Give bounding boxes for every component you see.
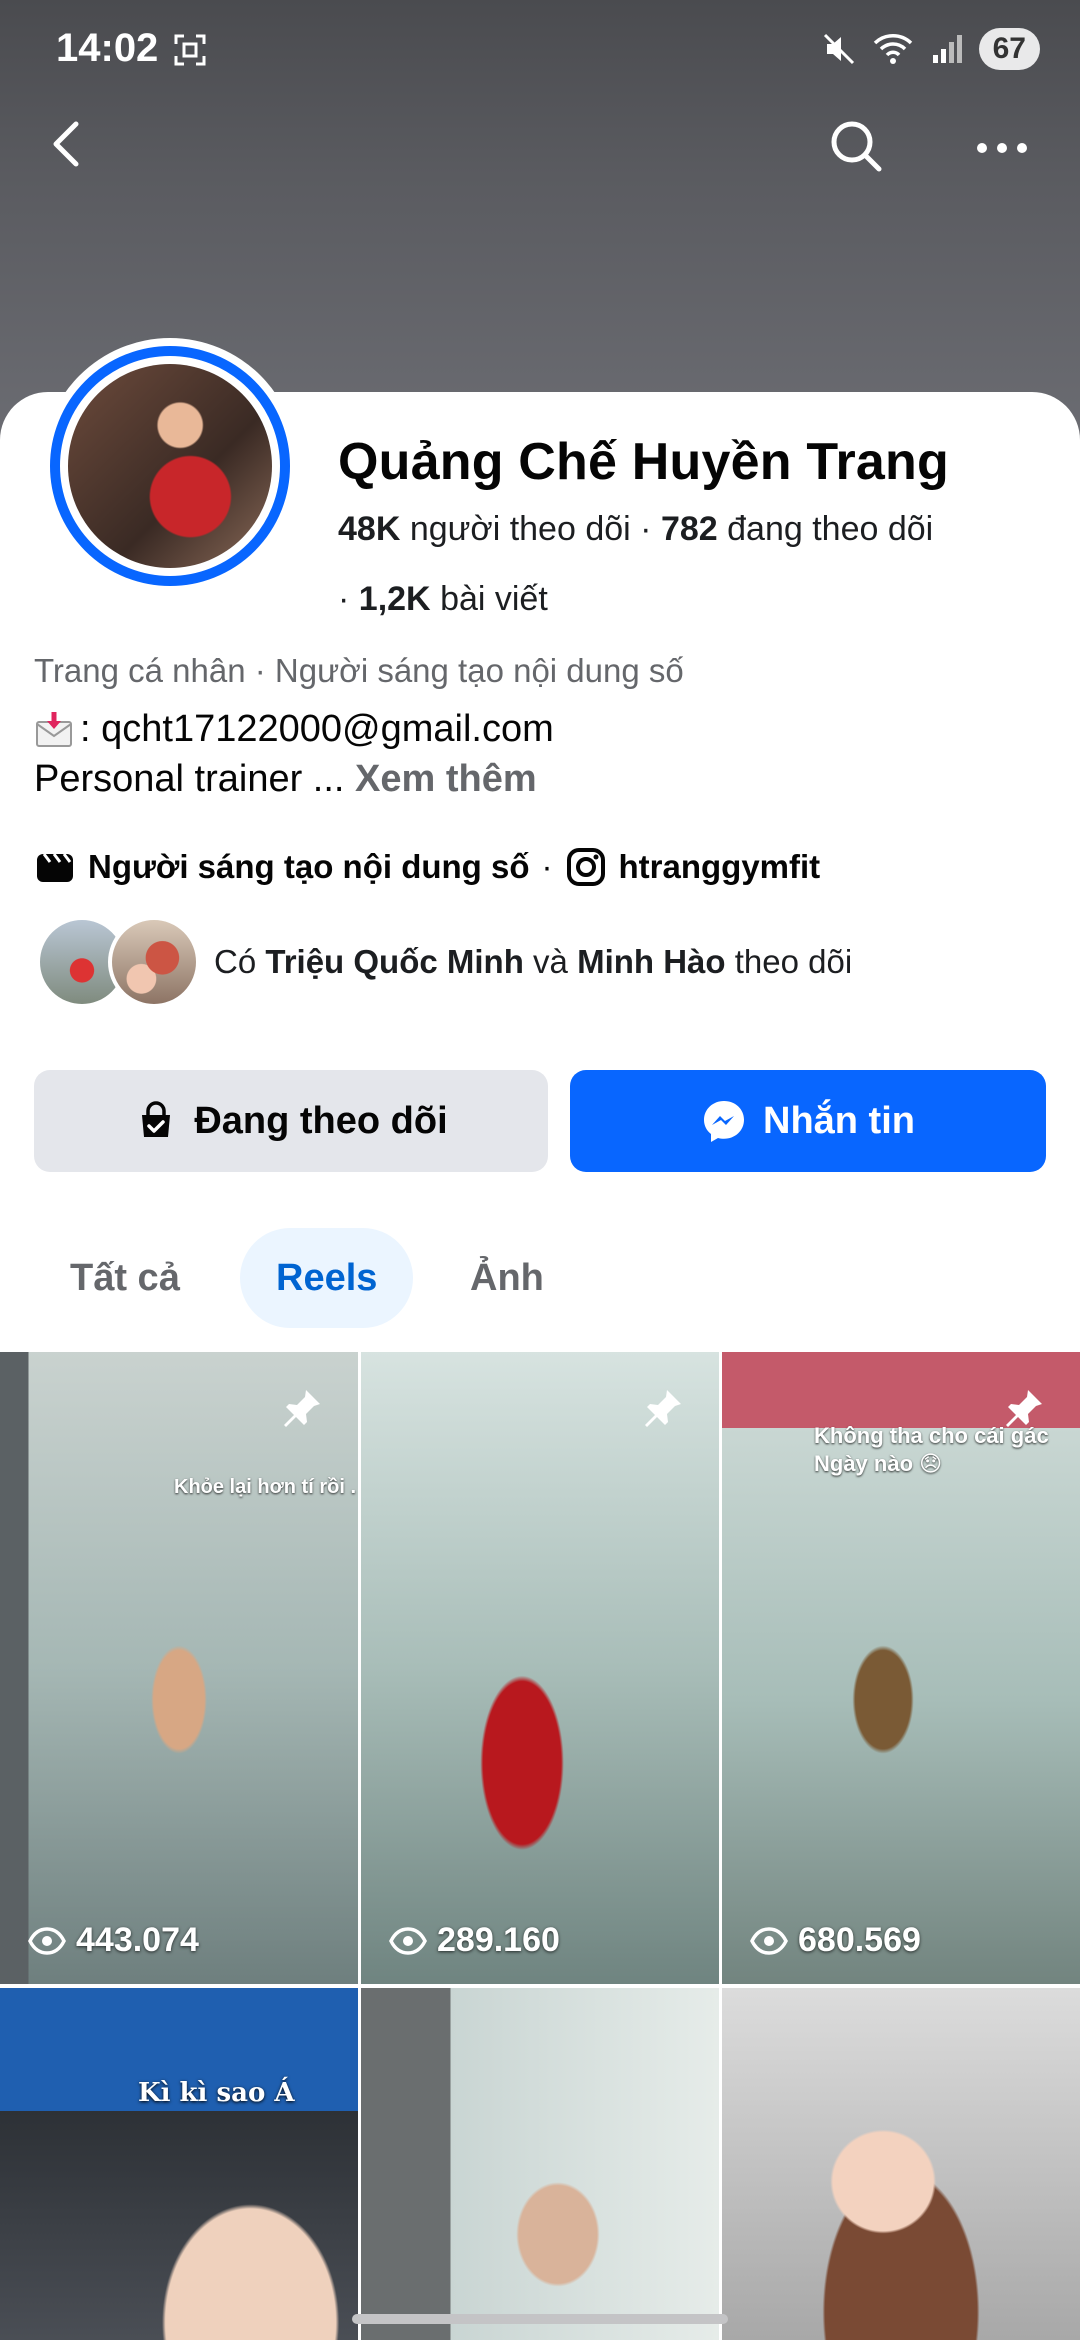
message-button[interactable]: Nhắn tin (570, 1070, 1046, 1172)
reels-grid: Khỏe lại hơn tí rồi . 443.074 289.160 Kh… (0, 1352, 1080, 2340)
pin-icon (645, 1390, 681, 1427)
pin-icon (284, 1390, 320, 1427)
tab-photos[interactable]: Ảnh (434, 1228, 580, 1328)
profile-avatar[interactable] (42, 338, 298, 594)
profile-category: Trang cá nhân · Người sáng tạo nội dung … (34, 652, 684, 689)
creator-tag: Người sáng tạo nội dung số (88, 848, 530, 885)
status-bar: 14:02 67 (0, 0, 1080, 100)
following-button[interactable]: Đang theo dõi (34, 1070, 548, 1172)
reel-tile[interactable] (361, 1988, 719, 2340)
reel-views: 289.160 (389, 1921, 560, 1960)
screenshot-icon (174, 34, 206, 66)
status-time: 14:02 (56, 26, 159, 70)
eye-icon (28, 1926, 66, 1955)
bio-email: : qcht17122000@gmail.com (80, 708, 554, 750)
followers-label[interactable]: người theo dõi (410, 510, 631, 548)
wifi-icon (873, 34, 912, 64)
battery-level: 67 (978, 28, 1040, 70)
posts-label: bài viết (440, 580, 548, 618)
separator: · (338, 580, 359, 618)
reel-caption: Không tha cho cái gác Ngày nào 😞 (814, 1423, 1049, 1476)
followers-count[interactable]: 48K (338, 510, 400, 548)
back-button[interactable] (40, 112, 96, 176)
following-label: Đang theo dõi (194, 1099, 448, 1142)
mutual-name: Minh Hào (577, 943, 726, 980)
tab-reels[interactable]: Reels (240, 1228, 414, 1328)
signal-icon (932, 35, 962, 63)
status-icons: 67 (821, 28, 1040, 70)
separator: · (541, 848, 553, 885)
view-count: 443.074 (76, 1921, 199, 1959)
see-more-link[interactable]: Xem thêm (355, 758, 537, 800)
mutual-and: và (533, 943, 568, 980)
messenger-icon (704, 1101, 744, 1142)
view-count: 289.160 (437, 1921, 560, 1959)
mutual-text: Có Triệu Quốc Minh và Minh Hào theo dõi (214, 943, 852, 981)
content-tabs: Tất cả Reels Ảnh (0, 1228, 1080, 1332)
message-label: Nhắn tin (763, 1099, 915, 1142)
more-options-icon[interactable] (972, 128, 1032, 168)
instagram-icon[interactable] (565, 846, 607, 888)
profile-tags: Người sáng tạo nội dung số · htranggymfi… (34, 846, 820, 888)
clapperboard-icon (37, 853, 73, 882)
avatar-image (68, 364, 272, 568)
following-count[interactable]: 782 (661, 510, 718, 548)
posts-count: 1,2K (358, 580, 431, 618)
separator: · (640, 510, 661, 548)
incoming-envelope-icon (36, 711, 72, 747)
reel-caption: Khỏe lại hơn tí rồi . (174, 1476, 357, 1498)
bio-email-line: : qcht17122000@gmail.com (34, 708, 554, 751)
mutual-suffix: theo dõi (734, 943, 853, 980)
bio-text: Personal trainer ... (34, 758, 356, 800)
reel-tile[interactable]: Kì kì sao Á (0, 1988, 358, 2340)
mutual-name: Triệu Quốc Minh (265, 943, 524, 980)
reel-tile[interactable] (722, 1988, 1080, 2340)
view-count: 680.569 (798, 1921, 921, 1959)
reel-views: 443.074 (28, 1921, 199, 1960)
reel-tile[interactable]: Khỏe lại hơn tí rồi . 443.074 (0, 1352, 358, 1984)
bio-text-line: Personal trainer ... Xem thêm (34, 758, 537, 801)
search-icon[interactable] (826, 116, 886, 176)
mute-icon (823, 33, 854, 65)
profile-name: Quảng Chế Huyền Trang (338, 433, 949, 491)
reel-views: 680.569 (750, 1921, 921, 1960)
eye-icon (750, 1926, 788, 1955)
following-check-icon (142, 1101, 171, 1137)
posts-stats: · 1,2K bài viết (338, 580, 548, 619)
mutual-prefix: Có (214, 943, 257, 980)
home-indicator[interactable] (352, 2314, 728, 2324)
eye-icon (389, 1926, 427, 1955)
reel-caption: Kì kì sao Á (138, 2078, 295, 2108)
tab-all[interactable]: Tất cả (34, 1228, 216, 1328)
mutual-followers[interactable]: Có Triệu Quốc Minh và Minh Hào theo dõi (36, 916, 852, 1008)
mutual-avatar (108, 916, 200, 1008)
follow-stats: 48K người theo dõi · 782 đang theo dõi (338, 510, 933, 549)
reel-tile[interactable]: 289.160 (361, 1352, 719, 1984)
following-label[interactable]: đang theo dõi (727, 510, 933, 548)
instagram-handle[interactable]: htranggymfit (619, 848, 821, 886)
story-ring (50, 346, 290, 586)
reel-tile[interactable]: Không tha cho cái gác Ngày nào 😞 680.569 (722, 1352, 1080, 1984)
pin-icon (1006, 1390, 1042, 1427)
